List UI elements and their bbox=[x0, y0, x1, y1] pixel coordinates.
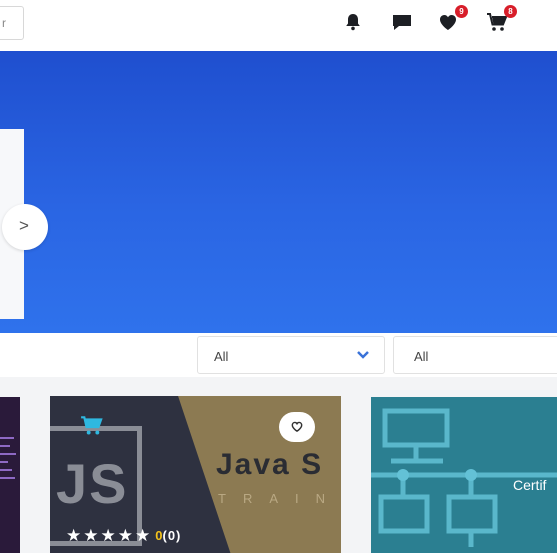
bell-icon bbox=[346, 14, 360, 31]
type-select[interactable]: All bbox=[393, 336, 557, 374]
star-icon: ★ bbox=[66, 526, 82, 545]
cart-button[interactable]: 8 bbox=[485, 5, 517, 36]
course-card[interactable]: JS Java S TRAIN ★ ★ ★ ★ ★ 0 (0) bbox=[50, 396, 341, 553]
star-icon: ★ bbox=[135, 526, 151, 545]
rating-count: (0) bbox=[162, 528, 182, 543]
course-thumbnail-title: Java S bbox=[216, 448, 324, 481]
chevron-down-icon bbox=[357, 351, 369, 359]
rating-value: 0 bbox=[155, 528, 163, 543]
chat-icon bbox=[393, 15, 411, 30]
course-thumbnail-title: Certif bbox=[513, 477, 547, 493]
course-card[interactable]: Certif bbox=[371, 397, 557, 553]
top-header: r 9 8 bbox=[0, 0, 557, 50]
add-to-wishlist-button[interactable] bbox=[279, 412, 315, 442]
hero-banner: > bbox=[0, 51, 557, 333]
category-select[interactable]: All bbox=[197, 336, 385, 374]
carousel-next-button[interactable]: > bbox=[2, 204, 48, 250]
js-logo-text: JS bbox=[56, 452, 129, 515]
type-select-value: All bbox=[414, 349, 429, 364]
notifications-button[interactable] bbox=[341, 10, 367, 36]
network-diagram-icon bbox=[371, 408, 557, 547]
add-to-cart-button[interactable] bbox=[78, 415, 108, 439]
search-input-text: r bbox=[2, 16, 6, 30]
course-rating: ★ ★ ★ ★ ★ 0 (0) bbox=[66, 527, 181, 544]
star-icon: ★ bbox=[100, 526, 116, 545]
heart-outline-icon bbox=[291, 421, 303, 433]
search-input[interactable]: r bbox=[0, 6, 24, 40]
category-select-value: All bbox=[214, 349, 229, 364]
chevron-right-icon: > bbox=[19, 216, 29, 235]
star-icon: ★ bbox=[117, 526, 133, 545]
messages-button[interactable] bbox=[390, 10, 416, 36]
wishlist-button[interactable]: 9 bbox=[436, 5, 468, 36]
wishlist-count-badge: 9 bbox=[455, 5, 468, 18]
course-thumbnail-subtitle: TRAIN bbox=[218, 491, 341, 506]
filter-bar: All All bbox=[0, 333, 557, 377]
cart-count-badge: 8 bbox=[504, 5, 517, 18]
course-list: JS Java S TRAIN ★ ★ ★ ★ ★ 0 (0) Certif bbox=[0, 377, 557, 553]
star-icon: ★ bbox=[83, 526, 99, 545]
cart-icon bbox=[81, 416, 103, 435]
course-card-partial[interactable] bbox=[0, 397, 20, 553]
